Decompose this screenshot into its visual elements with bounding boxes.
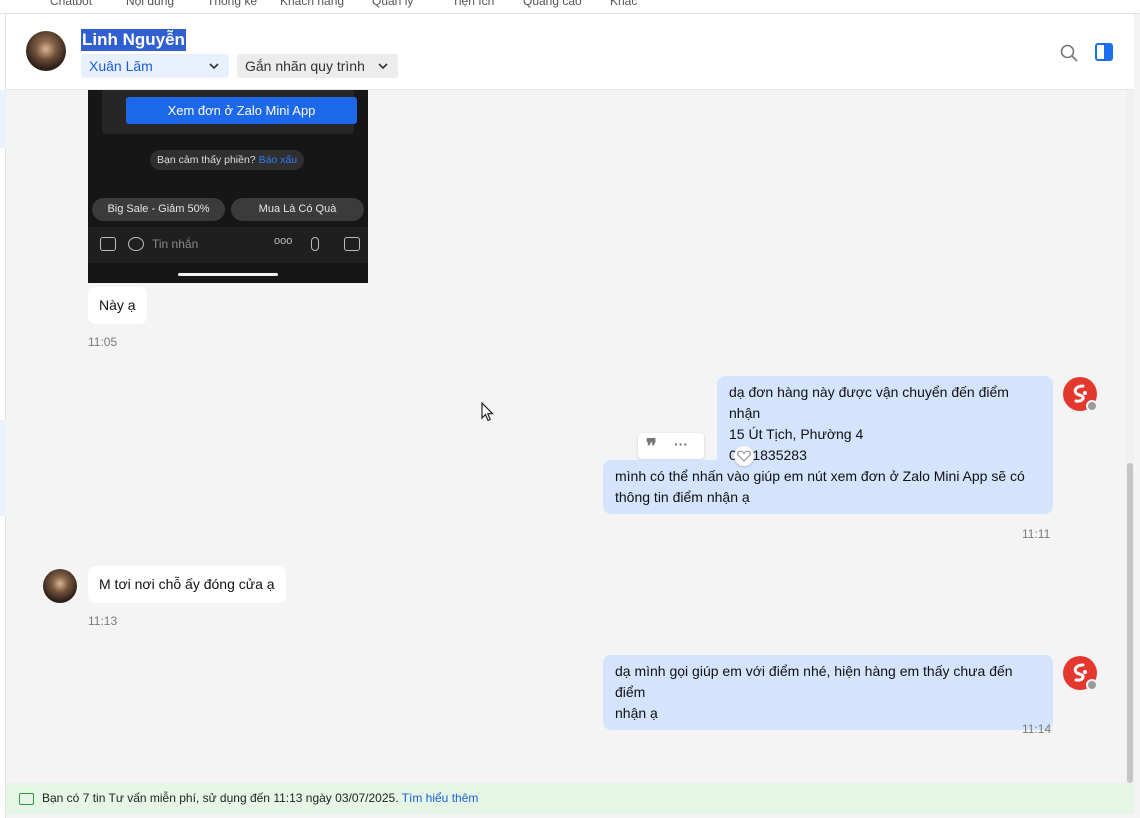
report-link: Báo xấu <box>258 154 298 166</box>
nav-item-more[interactable]: Khác <box>610 0 637 8</box>
report-prompt: Bạn cảm thấy phiền? Báo xấu <box>150 150 305 170</box>
nav-item-utilities[interactable]: Tiện ích <box>452 0 494 8</box>
sticker-icon <box>128 237 144 251</box>
mic-icon <box>311 237 319 251</box>
inbox-icon <box>100 237 116 251</box>
message-bubble-agent[interactable]: dạ đơn hàng này được vận chuyển đến điểm… <box>717 376 1053 472</box>
view-order-button: Xem đơn ở Zalo Mini App <box>126 97 357 124</box>
status-dot <box>1086 679 1098 691</box>
chevron-down-icon <box>209 63 219 70</box>
message-placeholder: Tin nhắn <box>152 237 199 251</box>
home-indicator <box>178 273 278 276</box>
message-bubble-customer[interactable]: M tơi nơi chỗ ấy đóng cửa ạ <box>88 566 286 603</box>
search-icon[interactable] <box>1060 44 1078 62</box>
learn-more-link[interactable]: Tìm hiểu thêm <box>402 791 479 805</box>
more-actions-icon[interactable]: ··· <box>674 433 688 455</box>
image-icon <box>344 237 360 251</box>
assignee-select[interactable]: Xuân Lãm <box>81 54 229 78</box>
mouse-cursor-icon <box>481 402 494 422</box>
conversation-header: Linh Nguyễn Xuân Lãm Gắn nhãn quy trình <box>6 14 1134 90</box>
message-time: 11:14 <box>1022 722 1052 736</box>
notice-text: Bạn có 7 tin Tư vấn miễn phí, sử dụng đế… <box>42 791 399 805</box>
notice-text-container: Bạn có 7 tin Tư vấn miễn phí, sử dụng đế… <box>42 783 478 814</box>
message-icon <box>19 793 34 805</box>
message-bubble-customer[interactable]: Này ạ <box>88 287 147 324</box>
label-select[interactable]: Gắn nhãn quy trình <box>237 54 398 78</box>
contact-avatar[interactable] <box>26 31 66 71</box>
status-dot <box>1086 400 1098 412</box>
phone-input-bar: Tin nhắn ooo <box>88 227 368 263</box>
message-bubble-agent[interactable]: dạ mình gọi giúp em với điểm nhé, hiện h… <box>603 655 1053 730</box>
nav-item-stats[interactable]: Thống kê <box>207 0 257 8</box>
quick-reply-2: Mua Là Có Quà <box>231 198 364 221</box>
message-hover-actions: ❞ ··· <box>638 433 704 459</box>
nav-item-chatbot[interactable]: Chatbot <box>50 0 92 8</box>
chat-scrollbar-thumb[interactable] <box>1127 463 1133 783</box>
free-message-notice: Bạn có 7 tin Tư vấn miễn phí, sử dụng đế… <box>6 783 1134 814</box>
agent-avatar[interactable] <box>1063 377 1098 412</box>
report-text: Bạn cảm thấy phiền? <box>157 154 256 166</box>
nav-item-content[interactable]: Nội dung <box>126 0 174 8</box>
quote-icon[interactable]: ❞ <box>646 433 657 459</box>
nav-item-customers[interactable]: Khách hàng <box>280 0 344 8</box>
message-time: 11:13 <box>88 614 118 628</box>
contact-avatar[interactable] <box>43 569 77 603</box>
nav-item-ads[interactable]: Quảng cáo <box>523 0 582 8</box>
side-panel-icon[interactable] <box>1095 43 1113 61</box>
order-card: Xem đơn ở Zalo Mini App <box>102 90 357 134</box>
nav-item-manage[interactable]: Quản lý <box>372 0 413 8</box>
quick-reply-1: Big Sale - Giảm 50% <box>92 198 225 221</box>
label-placeholder: Gắn nhãn quy trình <box>245 58 365 74</box>
message-time: 11:11 <box>1022 527 1051 541</box>
image-attachment[interactable]: Xem đơn ở Zalo Mini App Bạn cảm thấy phi… <box>88 90 368 283</box>
top-nav: t Chatbot Nội dung Thống kê Khách hàng Q… <box>0 0 1140 14</box>
agent-avatar[interactable] <box>1063 656 1098 691</box>
assignee-value: Xuân Lãm <box>89 58 153 74</box>
contact-name[interactable]: Linh Nguyễn <box>81 29 186 51</box>
more-icon: ooo <box>274 235 293 247</box>
message-bubble-agent[interactable]: mình có thể nhấn vào giúp em nút xem đơn… <box>603 460 1053 514</box>
chat-messages: Xem đơn ở Zalo Mini App Bạn cảm thấy phi… <box>6 90 1126 783</box>
message-time: 11:05 <box>88 335 118 349</box>
react-heart-icon[interactable] <box>734 446 754 466</box>
chevron-down-icon <box>378 63 388 70</box>
